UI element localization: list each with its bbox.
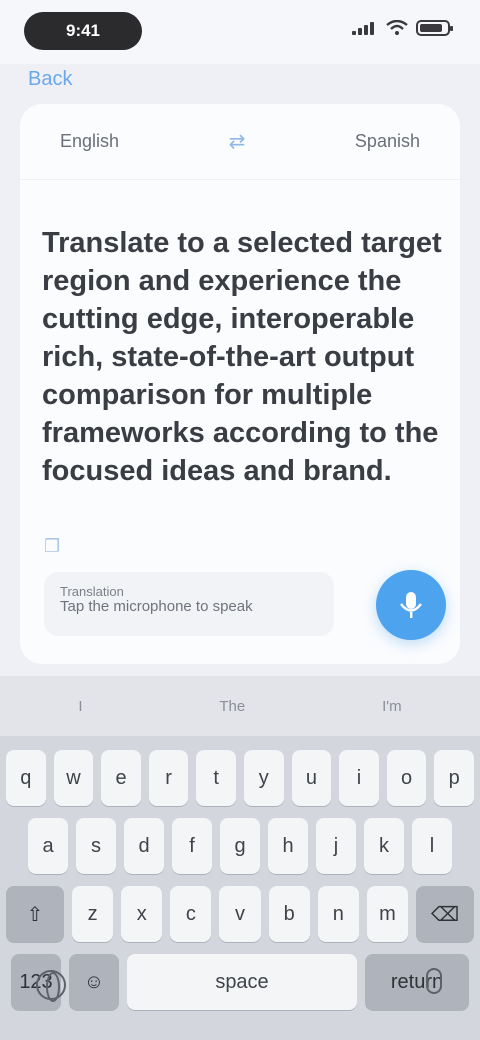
- microphone-button[interactable]: [376, 570, 446, 640]
- key[interactable]: r: [148, 750, 189, 806]
- swap-icon[interactable]: ⇄: [224, 129, 250, 155]
- key[interactable]: p: [434, 750, 474, 806]
- signal-icon: [352, 21, 378, 35]
- key[interactable]: q: [6, 750, 46, 806]
- suggestion-item[interactable]: The: [219, 698, 245, 715]
- key[interactable]: v: [219, 886, 261, 942]
- key[interactable]: k: [364, 818, 404, 874]
- source-language-button[interactable]: English: [60, 131, 119, 152]
- key[interactable]: z: [72, 886, 114, 942]
- suggestion-bar: I The I'm: [0, 676, 480, 736]
- status-time: 9:41: [24, 12, 142, 50]
- key[interactable]: b: [268, 886, 310, 942]
- suggestion-item[interactable]: I'm: [382, 698, 402, 715]
- keyboard-row-1: q w e r t y u i o p: [6, 750, 474, 806]
- key[interactable]: c: [170, 886, 212, 942]
- key[interactable]: h: [268, 818, 308, 874]
- source-text[interactable]: Translate to a selected target region an…: [42, 224, 442, 490]
- key[interactable]: f: [172, 818, 212, 874]
- keyboard-row-2: a s d f g h j k l: [6, 818, 474, 874]
- translation-field[interactable]: Translation Tap the microphone to speak: [44, 572, 334, 636]
- key[interactable]: t: [196, 750, 236, 806]
- keyboard-row-3: ⇧ z x c v b n m ⌫: [6, 886, 474, 942]
- key[interactable]: g: [220, 818, 260, 874]
- status-bar: 9:41: [0, 0, 480, 64]
- key[interactable]: n: [317, 886, 359, 942]
- globe-icon[interactable]: [36, 970, 66, 1002]
- key[interactable]: y: [244, 750, 284, 806]
- suggestion-item[interactable]: I: [78, 698, 82, 715]
- copy-icon[interactable]: ❐: [44, 536, 66, 558]
- key[interactable]: d: [124, 818, 164, 874]
- translation-label: Translation: [60, 584, 124, 599]
- dictation-icon[interactable]: [426, 968, 442, 994]
- key[interactable]: w: [53, 750, 94, 806]
- battery-icon: [416, 20, 453, 36]
- key[interactable]: m: [366, 886, 408, 942]
- language-bar: English ⇄ Spanish: [20, 104, 460, 180]
- backspace-key[interactable]: ⌫: [415, 886, 474, 942]
- key[interactable]: i: [339, 750, 379, 806]
- key[interactable]: j: [316, 818, 356, 874]
- back-button[interactable]: Back: [28, 68, 72, 91]
- key[interactable]: o: [386, 750, 427, 806]
- wifi-icon: [386, 20, 408, 35]
- status-icons: [352, 20, 453, 36]
- translation-placeholder: Tap the microphone to speak: [60, 598, 253, 615]
- keyboard-bottom-bar: [0, 948, 480, 1028]
- target-language-button[interactable]: Spanish: [355, 131, 420, 152]
- translator-card: English ⇄ Spanish Translate to a selecte…: [20, 104, 460, 664]
- key[interactable]: a: [28, 818, 68, 874]
- key[interactable]: x: [121, 886, 163, 942]
- microphone-icon: [400, 592, 422, 618]
- key[interactable]: u: [291, 750, 332, 806]
- key[interactable]: l: [412, 818, 452, 874]
- shift-key[interactable]: ⇧: [6, 886, 64, 942]
- key[interactable]: e: [101, 750, 141, 806]
- key[interactable]: s: [76, 818, 116, 874]
